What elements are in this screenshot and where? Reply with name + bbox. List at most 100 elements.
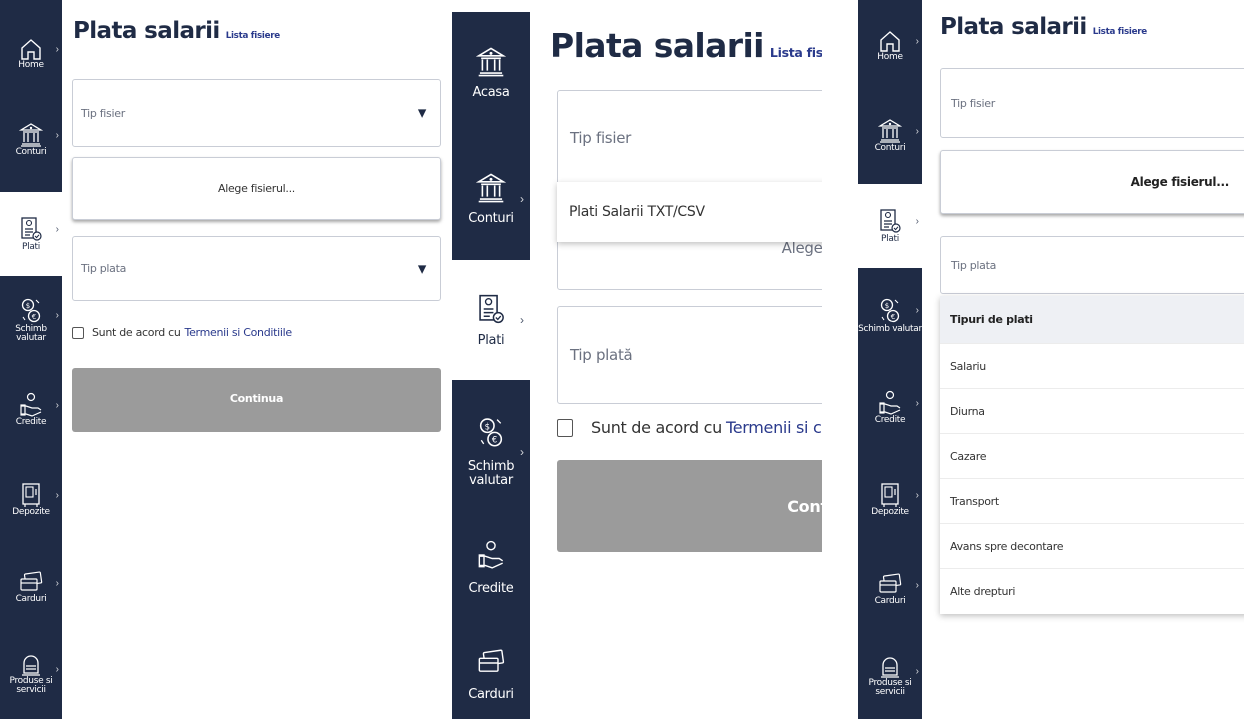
dropdown-option[interactable]: Diurna <box>940 389 1244 434</box>
svg-text:$: $ <box>885 302 889 310</box>
tip-plata-placeholder: Tip plată <box>570 346 633 364</box>
file-type-dropdown: Plati Salarii TXT/CSV <box>557 182 822 242</box>
terms-link[interactable]: Termenii si Conditiile <box>185 326 293 339</box>
chevron-right-icon: › <box>55 400 59 412</box>
chevron-right-icon: › <box>520 444 524 459</box>
nav-produse-servicii[interactable]: Produse si servicii › <box>0 632 62 716</box>
chevron-right-icon: › <box>55 223 59 235</box>
nav-depozite[interactable]: Depozite › <box>0 460 62 540</box>
dropdown-option[interactable]: Transport <box>940 479 1244 524</box>
nav-label: Produse si servicii <box>9 675 53 695</box>
tip-fisier-placeholder: Tip fisier <box>81 106 125 120</box>
bank-icon <box>476 173 506 203</box>
nav-label: Depozite <box>12 507 50 518</box>
sidebar-nav: Home › Conturi › Plati › $ € Schimb valut… <box>0 0 62 719</box>
nav-home[interactable]: Home › <box>858 6 922 86</box>
chevron-right-icon: › <box>915 215 919 227</box>
nav-carduri[interactable]: Carduri <box>452 640 530 719</box>
dropdown-header: Tipuri de plati <box>940 296 1244 344</box>
dropdown-option-label: Transport <box>950 494 999 508</box>
file-upload-button[interactable]: Alege fisierul... <box>72 157 441 220</box>
nav-credite[interactable]: Credite › <box>0 370 62 450</box>
products-icon <box>881 656 899 678</box>
tip-fisier-select[interactable]: Tip fisier <box>940 68 1244 138</box>
nav-schimb-valutar[interactable]: $ € Schimb valutar › <box>0 278 62 362</box>
nav-label: Conturi <box>15 147 47 158</box>
sidebar-nav: Home › Conturi › Plati › $ € Schimb valut… <box>858 0 922 719</box>
dropdown-arrow-icon: ▼ <box>417 106 426 120</box>
dropdown-option[interactable]: Alte drepturi <box>940 569 1244 614</box>
nav-carduri[interactable]: Carduri › <box>858 550 922 630</box>
chevron-right-icon: › <box>915 398 919 410</box>
nav-home[interactable]: Home › <box>0 14 62 94</box>
nav-label: Produse si servicii <box>868 677 912 697</box>
nav-schimb-valutar[interactable]: $ € Schimb valutar › <box>858 272 922 360</box>
nav-depozite[interactable]: Depozite › <box>858 460 922 540</box>
svg-text:€: € <box>492 436 497 446</box>
tip-fisier-select[interactable]: Tip fisier <box>557 90 822 194</box>
tip-plata-select[interactable]: Tip plată <box>557 306 822 404</box>
dropdown-option-label: Plati Salarii TXT/CSV <box>569 204 705 220</box>
nav-produse-servicii[interactable]: Produse si servicii › <box>858 634 922 718</box>
dropdown-option-label: Avans spre decontare <box>950 539 1064 553</box>
file-list-link[interactable]: Lista fisiere salari <box>770 45 822 60</box>
terms-checkbox[interactable] <box>557 418 573 437</box>
exchange-icon: $€ <box>880 299 900 323</box>
sidebar-nav: Acasa Conturi › Plati › $ € Schimb valuta… <box>452 12 530 719</box>
file-list-link[interactable]: Lista fisiere <box>1093 27 1147 37</box>
nav-plati[interactable]: Plati › <box>452 260 530 380</box>
tip-plata-placeholder: Tip plata <box>81 262 127 275</box>
dropdown-option[interactable]: Avans spre decontare <box>940 524 1244 569</box>
exchange-icon: $€ <box>479 418 503 447</box>
tip-plata-select[interactable]: Tip plata <box>940 236 1244 294</box>
nav-conturi[interactable]: Conturi › <box>452 144 530 254</box>
deposit-safe-icon <box>22 483 40 508</box>
nav-label: Schimb valutar <box>15 323 47 343</box>
file-list-link[interactable]: Lista fisiere <box>226 31 280 41</box>
page-title-text: Plata salarii <box>940 14 1087 40</box>
deposit-safe-icon <box>881 483 899 508</box>
file-upload-button[interactable]: Alege fisierul... <box>940 150 1244 214</box>
payment-doc-icon <box>21 217 42 241</box>
credit-hand-icon <box>478 541 504 569</box>
nav-acasa[interactable]: Acasa <box>452 26 530 120</box>
nav-credite[interactable]: Credite <box>452 512 530 622</box>
nav-plati[interactable]: Plati › <box>0 192 62 276</box>
nav-label: Plati <box>22 242 40 253</box>
chevron-right-icon: › <box>55 490 59 502</box>
chevron-right-icon: › <box>55 578 59 590</box>
nav-label: Carduri <box>874 596 906 607</box>
home-icon <box>21 39 41 60</box>
continue-button[interactable]: Conti <box>557 460 822 552</box>
terms-checkbox[interactable] <box>72 326 84 339</box>
cards-icon <box>20 571 43 591</box>
nav-conturi[interactable]: Conturi › <box>858 94 922 178</box>
continue-button[interactable]: Continua <box>72 368 441 432</box>
nav-plati[interactable]: Plati › <box>858 184 922 268</box>
nav-conturi[interactable]: Conturi › <box>0 100 62 180</box>
nav-carduri[interactable]: Carduri › <box>0 548 62 628</box>
file-upload-label: Alege fisierul... <box>217 182 296 195</box>
panel-payment-type-dropdown: Home › Conturi › Plati › $ € Schimb valut… <box>858 0 1244 719</box>
tip-fisier-placeholder: Tip fisier <box>570 129 631 147</box>
terms-link[interactable]: Termenii si conditii <box>726 418 822 437</box>
page-title-text: Plata salarii <box>73 18 220 44</box>
dropdown-option-label: Alte drepturi <box>950 585 1016 598</box>
dropdown-option[interactable]: Salariu <box>940 344 1244 389</box>
nav-credite[interactable]: Credite › <box>858 368 922 448</box>
chevron-right-icon: › <box>520 192 524 207</box>
home-icon <box>880 31 900 52</box>
tip-plata-select[interactable]: Tip plata ▼ <box>72 236 441 301</box>
dropdown-option-label: Cazare <box>950 449 987 463</box>
dropdown-option[interactable]: Plati Salarii TXT/CSV <box>557 182 822 242</box>
nav-schimb-valutar[interactable]: $ € Schimb valutar › <box>452 392 530 512</box>
svg-text:€: € <box>32 313 36 321</box>
file-upload-label: Alege fisierul... <box>1130 175 1230 189</box>
bank-icon <box>476 47 506 77</box>
nav-label: Home <box>18 60 44 71</box>
tip-fisier-select[interactable]: Tip fisier ▼ <box>72 79 441 147</box>
chevron-right-icon: › <box>915 125 919 137</box>
tip-plata-placeholder: Tip plata <box>951 258 997 272</box>
svg-text:$: $ <box>485 423 490 433</box>
dropdown-option[interactable]: Cazare <box>940 434 1244 479</box>
